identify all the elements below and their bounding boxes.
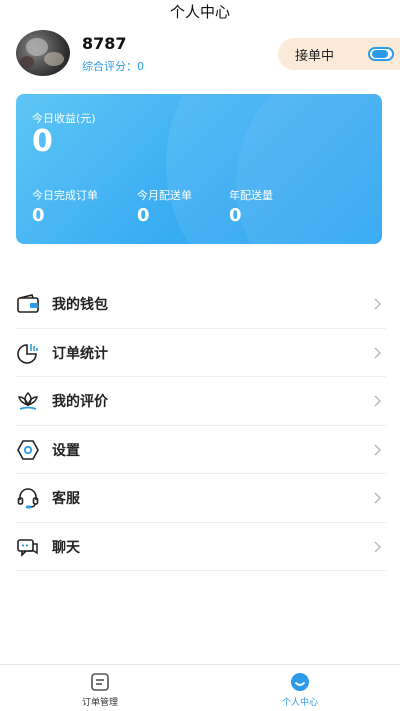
menu-item-order-stats[interactable]: 订单统计: [16, 329, 386, 377]
menu-list: 我的钱包 订单统计 我的评价 设置 客服 聊天: [16, 280, 386, 571]
headset-icon: [17, 488, 39, 509]
stat-value: 0: [32, 205, 45, 226]
menu-item-customer-service[interactable]: 客服: [16, 474, 386, 523]
earnings-card: 今日收益(元) 0 今日完成订单 0 今月配送单 0 年配送量 0: [16, 94, 382, 244]
wallet-icon: [17, 294, 39, 313]
order-status-label: 接单中: [295, 49, 335, 64]
menu-item-label: 设置: [52, 442, 80, 459]
chart-icon: [17, 343, 38, 364]
avatar[interactable]: [16, 30, 70, 76]
rating-text: 综合评分：0: [82, 60, 144, 73]
chat-icon: [17, 538, 38, 557]
menu-item-label: 订单统计: [52, 345, 108, 362]
chevron-right-icon: [374, 540, 382, 553]
chevron-right-icon: [374, 346, 382, 359]
review-icon: [18, 391, 38, 410]
today-earnings-value: 0: [32, 124, 53, 159]
smile-icon: [291, 673, 309, 691]
order-list-icon: [91, 673, 109, 691]
stat-label: 年配送量: [229, 189, 273, 202]
toggle-switch[interactable]: [368, 47, 394, 61]
tab-label: 个人中心: [281, 698, 318, 708]
chevron-right-icon: [374, 298, 382, 310]
menu-item-wallet[interactable]: 我的钱包: [16, 280, 386, 329]
settings-icon: [17, 439, 39, 460]
menu-item-chat[interactable]: 聊天: [16, 523, 386, 571]
menu-item-label: 聊天: [52, 539, 80, 556]
tab-personal-center[interactable]: 个人中心: [200, 665, 400, 711]
menu-item-label: 我的评价: [52, 394, 108, 410]
chevron-right-icon: [374, 492, 382, 504]
user-name: 8787: [82, 34, 127, 53]
order-status-toggle[interactable]: 接单中: [278, 38, 400, 70]
bottom-tab-bar: 订单管理 个人中心: [0, 664, 400, 711]
chevron-right-icon: [374, 443, 382, 456]
toggle-knob: [372, 50, 388, 58]
menu-item-settings[interactable]: 设置: [16, 426, 386, 474]
stat-value: 0: [137, 205, 150, 226]
stat-label: 今日完成订单: [32, 189, 98, 202]
stat-label: 今月配送单: [137, 189, 192, 202]
menu-item-label: 我的钱包: [52, 297, 108, 313]
tab-label: 订单管理: [81, 698, 118, 708]
menu-item-reviews[interactable]: 我的评价: [16, 377, 386, 426]
menu-item-label: 客服: [52, 491, 80, 507]
chevron-right-icon: [374, 395, 382, 407]
stat-value: 0: [229, 205, 242, 226]
tab-order-management[interactable]: 订单管理: [0, 665, 200, 711]
page-title: 个人中心: [169, 3, 230, 21]
